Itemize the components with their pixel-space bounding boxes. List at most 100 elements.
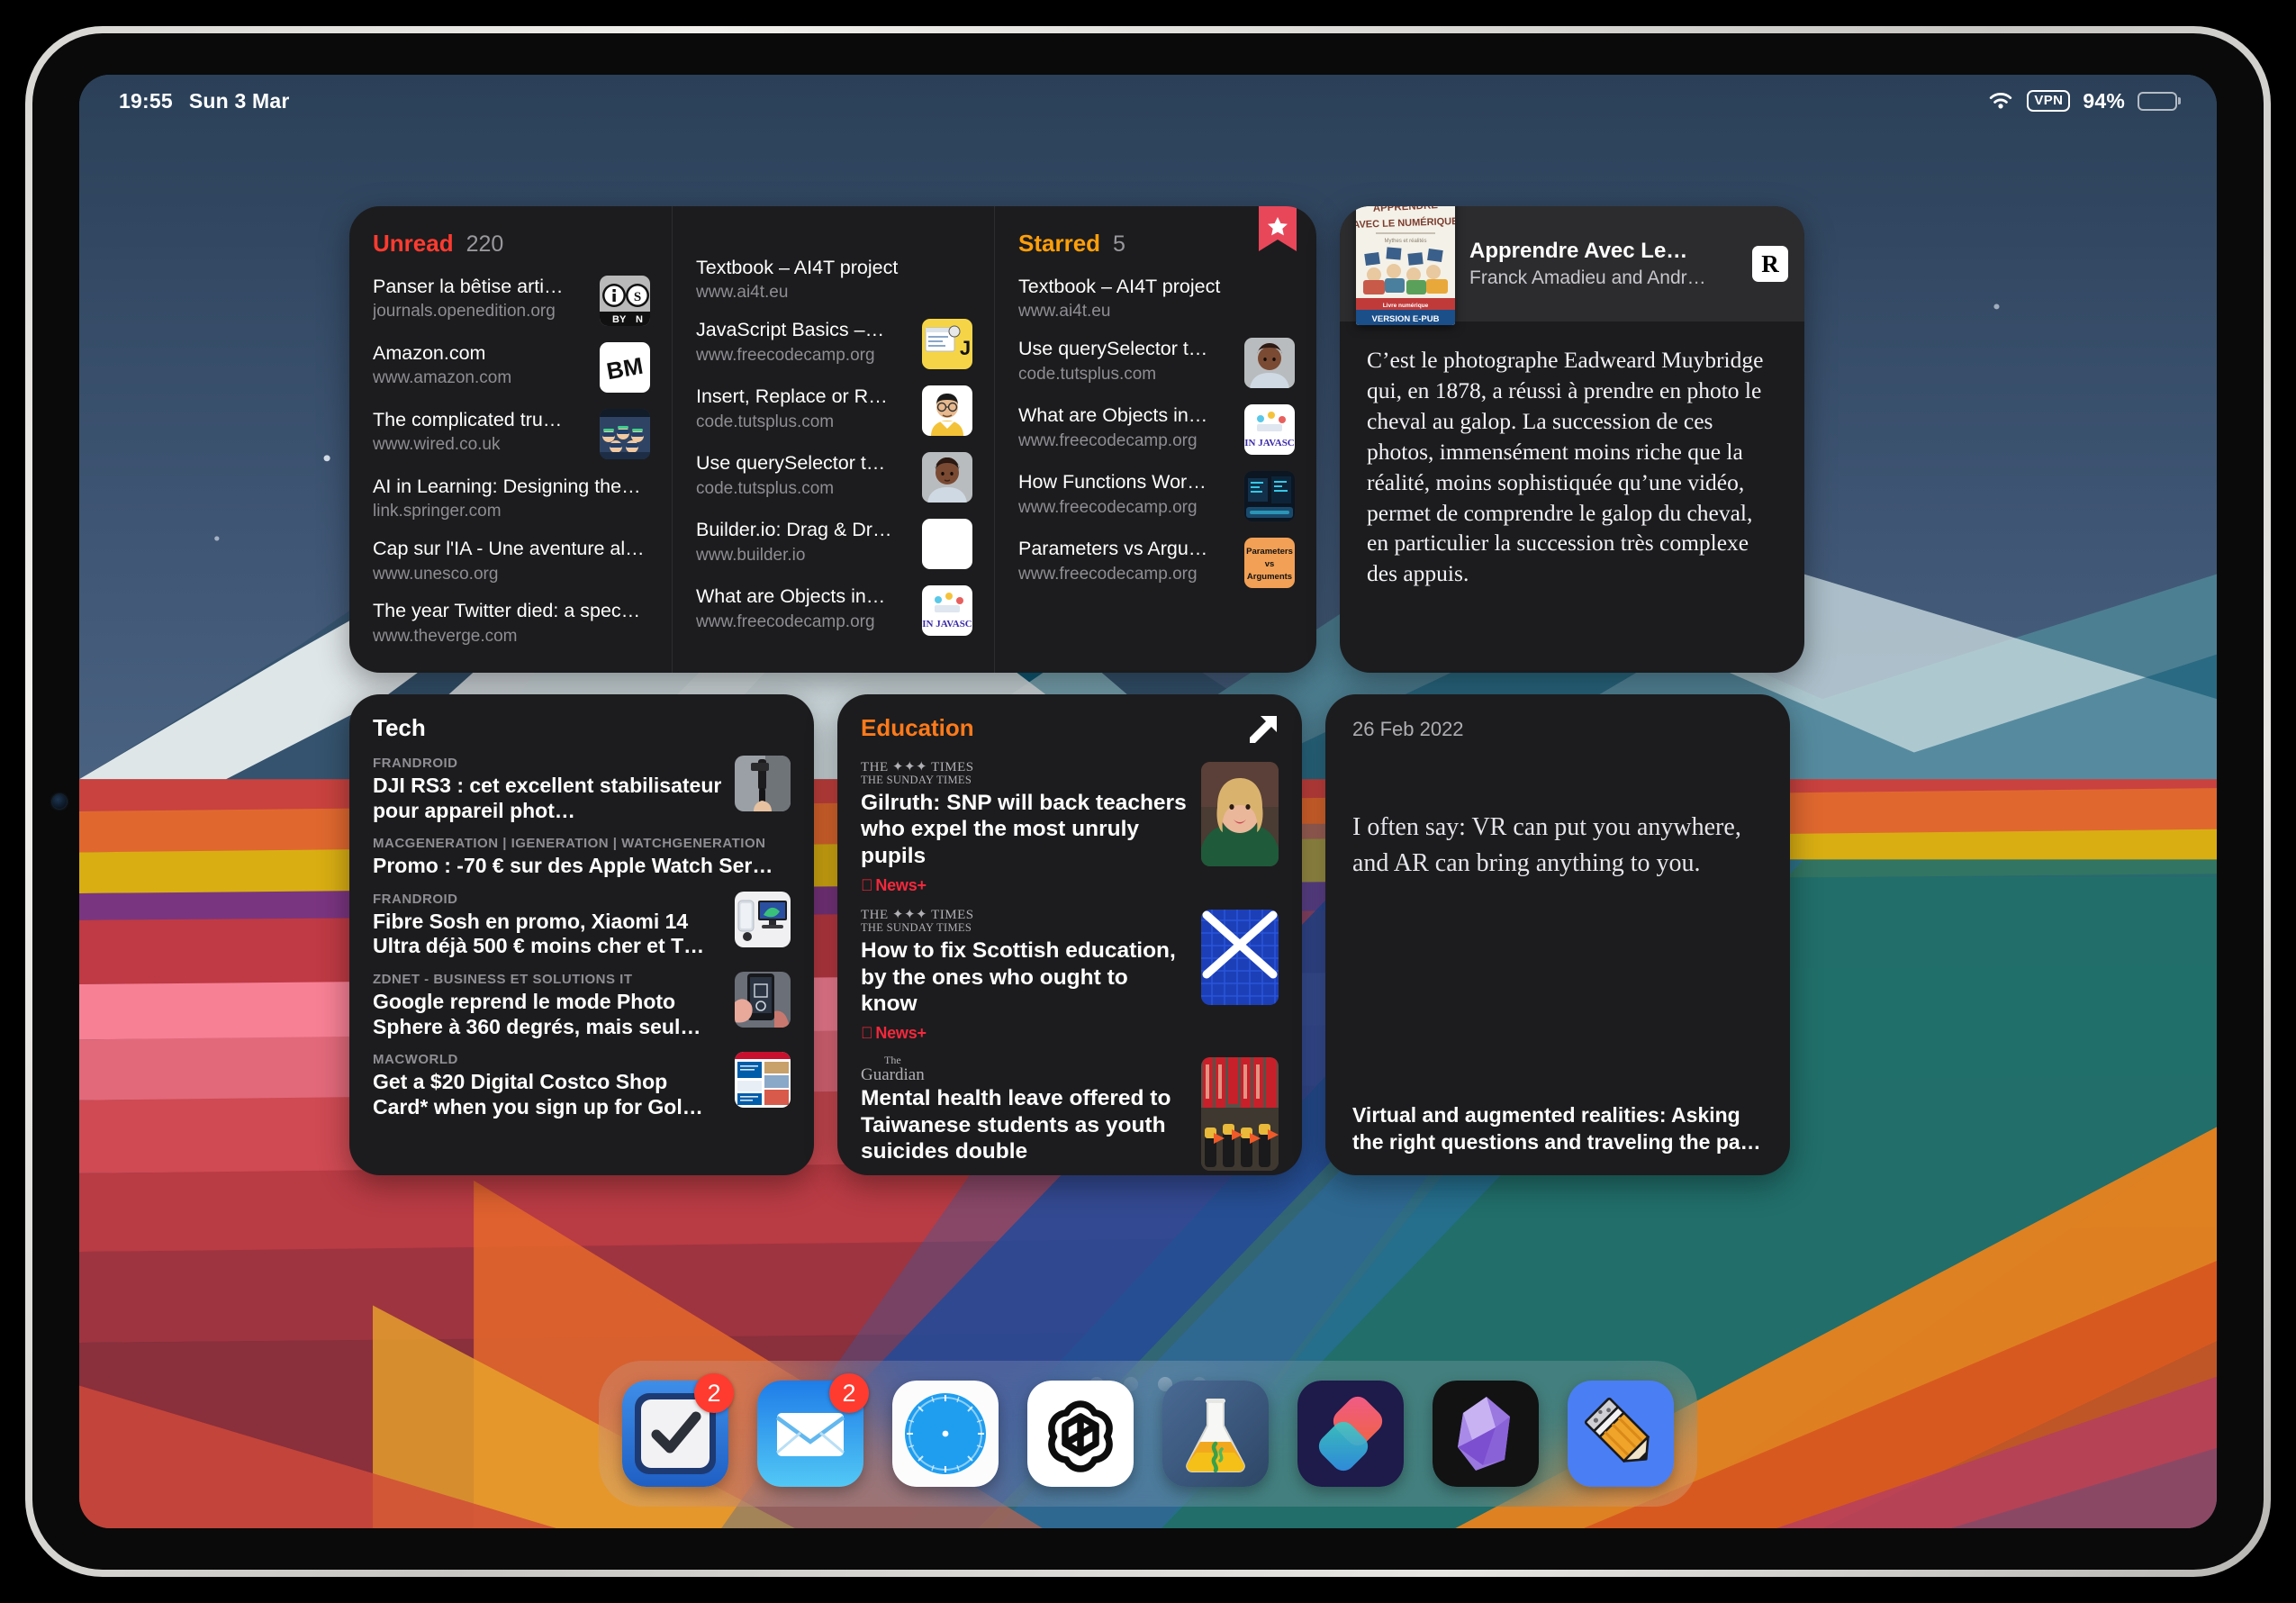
device-bezel: 19:55 Sun 3 Mar VPN 94% Unread 220 Panse… bbox=[32, 33, 2264, 1570]
item-url: www.amazon.com bbox=[373, 368, 512, 388]
item-url: www.freecodecamp.org bbox=[696, 611, 875, 631]
apple-logo-icon:  bbox=[861, 1024, 873, 1043]
quote-date: 26 Feb 2022 bbox=[1352, 718, 1464, 740]
item-title: Mental health leave offered to Taiwanese… bbox=[861, 1086, 1171, 1164]
list-item[interactable]: Insert, Replace or R… code.tutsplus.com bbox=[696, 385, 972, 437]
item-url: journals.openedition.org bbox=[373, 302, 556, 322]
book-meta: Apprendre Avec Le… Franck Amadieu and An… bbox=[1469, 239, 1752, 289]
js-yellow-thumb: J bbox=[922, 319, 972, 370]
shortcuts-icon[interactable] bbox=[1297, 1381, 1404, 1487]
list-item[interactable]: What are Objects in… www.freecodecamp.or… bbox=[1018, 404, 1295, 456]
unread-count: 220 bbox=[466, 231, 504, 257]
dock-app-mail[interactable]: 2 bbox=[757, 1373, 869, 1487]
item-url: code.tutsplus.com bbox=[1018, 364, 1157, 384]
item-title: Amazon.com bbox=[373, 342, 486, 364]
scotland-flag-thumb bbox=[1201, 910, 1279, 1006]
battery-percent: 94% bbox=[2083, 88, 2125, 113]
list-item[interactable]: Panser la bêtise arti… journals.openedit… bbox=[373, 276, 650, 326]
item-title: Use querySelector t… bbox=[1018, 338, 1208, 360]
list-item[interactable]: Parameters vs Argu… www.freecodecamp.org… bbox=[1018, 538, 1295, 589]
education-news-widget[interactable]: Education THE ✦✦✦ TIMES THE SUNDAY TIMES… bbox=[837, 694, 1302, 1175]
item-title: Promo : -70 € sur des Apple Watch Ser… bbox=[373, 854, 773, 878]
publisher-line-2: THE SUNDAY TIMES bbox=[861, 921, 972, 935]
dock-app-chatgpt[interactable] bbox=[1027, 1381, 1134, 1487]
list-item[interactable]: THE ✦✦✦ TIMES THE SUNDAY TIMES Gilruth: … bbox=[861, 755, 1279, 902]
item-url: www.theverge.com bbox=[373, 626, 518, 646]
the-times-logo: THE ✦✦✦ TIMES THE SUNDAY TIMES bbox=[861, 761, 1187, 786]
list-item[interactable]: What are Objects in… www.freecodecamp.or… bbox=[696, 585, 972, 637]
starred-count: 5 bbox=[1113, 231, 1125, 257]
pencil-icon[interactable] bbox=[1568, 1381, 1674, 1487]
list-item[interactable]: Use querySelector t… code.tutsplus.com bbox=[1018, 338, 1295, 389]
safari-compass-icon[interactable] bbox=[892, 1381, 999, 1487]
list-item[interactable]: THE ✦✦✦ TIMES THE SUNDAY TIMES How to fi… bbox=[861, 902, 1279, 1050]
list-item[interactable]: MACWORLD Get a $20 Digital Costco Shop C… bbox=[373, 1046, 791, 1126]
tech-widget-title: Tech bbox=[373, 714, 426, 741]
list-item[interactable]: MACGENERATION | IGENERATION | WATCHGENER… bbox=[373, 829, 791, 885]
dock-app-scriptable[interactable] bbox=[1162, 1381, 1269, 1487]
svg-text:IN JAVASC: IN JAVASC bbox=[1244, 438, 1295, 448]
item-title: Gilruth: SNP will back teachers who expe… bbox=[861, 791, 1187, 868]
item-title: What are Objects in… bbox=[696, 585, 886, 608]
list-item[interactable]: AI in Learning: Designing the… link.spri… bbox=[373, 475, 650, 521]
rss-reader-widget[interactable]: Unread 220 Panser la bêtise arti… journa… bbox=[349, 206, 1316, 673]
battery-icon bbox=[2138, 91, 2181, 111]
tech-news-widget[interactable]: Tech FRANDROID DJI RS3 : cet excellent s… bbox=[349, 694, 814, 1175]
svg-text:J: J bbox=[960, 337, 971, 359]
dock-app-obsidian[interactable] bbox=[1433, 1381, 1539, 1487]
list-item[interactable]: The year Twitter died: a spec… www.theve… bbox=[373, 600, 650, 646]
item-url: www.freecodecamp.org bbox=[696, 345, 875, 365]
item-url: www.freecodecamp.org bbox=[1018, 564, 1198, 584]
objects-in-javascript-thumb: IN JAVASC bbox=[1244, 404, 1295, 456]
list-item[interactable]: Textbook – AI4T project www.ai4t.eu bbox=[696, 257, 972, 303]
chatgpt-knot-icon[interactable] bbox=[1027, 1381, 1134, 1487]
publisher-line-2: Guardian bbox=[861, 1064, 925, 1084]
apple-news-icon bbox=[1248, 714, 1279, 749]
news-plus-label: News+ bbox=[863, 876, 927, 895]
book-title: Apprendre Avec Le… bbox=[1469, 239, 1688, 264]
list-item[interactable]: FRANDROID Fibre Sosh en promo, Xiaomi 14… bbox=[373, 885, 791, 965]
mail-badge: 2 bbox=[829, 1373, 869, 1413]
item-title: Parameters vs Argu… bbox=[1018, 538, 1208, 560]
list-item[interactable]: JavaScript Basics –… www.freecodecamp.or… bbox=[696, 319, 972, 370]
starred-column[interactable]: Starred 5 Textbook – AI4T project www.ai… bbox=[994, 206, 1316, 673]
list-item[interactable]: Textbook – AI4T project www.ai4t.eu bbox=[1018, 276, 1295, 322]
dock-app-drafts[interactable] bbox=[1568, 1381, 1674, 1487]
unread-title: Unread bbox=[373, 230, 454, 257]
quote-widget[interactable]: 26 Feb 2022 I often say: VR can put you … bbox=[1325, 694, 1790, 1175]
svg-text:N: N bbox=[636, 314, 643, 325]
avatar-woman-thumb bbox=[1244, 338, 1295, 389]
the-times-logo: THE ✦✦✦ TIMES THE SUNDAY TIMES bbox=[861, 909, 1187, 935]
things-badge: 2 bbox=[694, 1373, 734, 1413]
list-item[interactable]: Amazon.com www.amazon.com BM bbox=[373, 342, 650, 393]
list-item[interactable]: Cap sur l'IA - Une aventure al… www.unes… bbox=[373, 538, 650, 584]
list-item[interactable]: Builder.io: Drag & Dr… www.builder.io bbox=[696, 519, 972, 570]
item-url: www.builder.io bbox=[696, 545, 806, 565]
list-item[interactable]: How Functions Wor… www.freecodecamp.org bbox=[1018, 471, 1295, 522]
news-plus-badge:  News+ bbox=[861, 876, 1187, 895]
vpn-badge: VPN bbox=[2027, 90, 2071, 112]
list-item[interactable]: Use querySelector t… code.tutsplus.com bbox=[696, 452, 972, 503]
education-widget-title: Education bbox=[861, 714, 974, 741]
list-item[interactable]: The complicated tru… www.wired.co.uk bbox=[373, 409, 650, 459]
obsidian-crystal-icon[interactable] bbox=[1433, 1381, 1539, 1487]
status-bar: 19:55 Sun 3 Mar VPN 94% bbox=[79, 75, 2217, 127]
dock-app-things[interactable]: 2 bbox=[622, 1373, 734, 1487]
item-title: Use querySelector t… bbox=[696, 452, 886, 475]
list-item[interactable]: FRANDROID DJI RS3 : cet excellent stabil… bbox=[373, 749, 791, 829]
dock-app-shortcuts[interactable] bbox=[1297, 1381, 1404, 1487]
item-url: www.freecodecamp.org bbox=[1018, 497, 1198, 517]
unread-column[interactable]: Unread 220 Panser la bêtise arti… journa… bbox=[349, 206, 672, 673]
item-url: link.springer.com bbox=[373, 502, 502, 521]
list-item[interactable]: ZDNET - BUSINESS ET SOLUTIONS IT Google … bbox=[373, 965, 791, 1046]
costco-offer-thumb bbox=[735, 1052, 791, 1109]
item-title: The year Twitter died: a spec… bbox=[373, 600, 641, 622]
unread-column-2[interactable]: Textbook – AI4T project www.ai4t.eu Java… bbox=[672, 206, 994, 673]
dock-app-safari[interactable] bbox=[892, 1381, 999, 1487]
readwise-book-widget[interactable]: APPRENDRE AVEC LE NUMÉRIQUE Mythes et ré… bbox=[1340, 206, 1804, 673]
svg-text:Parameters: Parameters bbox=[1246, 547, 1293, 557]
flask-icon[interactable] bbox=[1162, 1381, 1269, 1487]
list-item[interactable]: The Guardian Mental health leave offered… bbox=[861, 1050, 1279, 1175]
item-title: What are Objects in… bbox=[1018, 404, 1208, 427]
dock: 2 2 bbox=[599, 1361, 1697, 1507]
